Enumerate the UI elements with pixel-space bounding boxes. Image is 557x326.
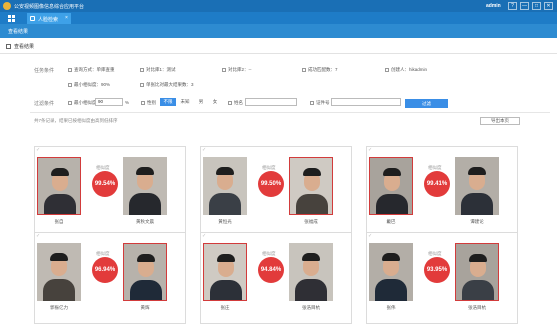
creator-field: 创建人：hikadmin xyxy=(385,67,427,73)
match-face-photo[interactable] xyxy=(123,157,167,215)
current-user[interactable]: admin xyxy=(486,3,501,9)
query-face-photo[interactable] xyxy=(37,243,81,301)
maximize-button[interactable]: □ xyxy=(532,2,541,10)
id-number-label: 证件号 xyxy=(310,100,330,106)
query-person-name: 张伟 xyxy=(386,305,396,310)
results-summary: 共7条记录，结果已按相似度由高到低排序 xyxy=(34,118,118,123)
face-search-icon xyxy=(30,16,35,21)
export-page-button[interactable]: 导出本页 xyxy=(480,117,520,125)
grid-icon[interactable] xyxy=(8,15,15,22)
gender-option-female[interactable]: 女 xyxy=(209,98,221,106)
match-face-photo[interactable] xyxy=(455,157,499,215)
similarity-score: 93.95% xyxy=(424,257,450,283)
result-card[interactable]: ✓ 相似度 94.84% 张庄 张浩目杭 xyxy=(200,232,352,324)
checkbox-icon xyxy=(68,82,72,87)
similarity-score: 94.84% xyxy=(258,257,284,283)
similarity-score: 99.50% xyxy=(258,171,284,197)
police-badge-icon xyxy=(3,2,11,10)
checkbox-icon xyxy=(140,67,144,72)
match-person-name: 谭建论 xyxy=(470,219,484,224)
result-card[interactable]: ✓ 相似度 99.41% 戴巴 谭建论 xyxy=(366,146,518,238)
percent-label: % xyxy=(125,100,130,105)
result-card[interactable]: ✓ 相似度 96.94% 郭振亿力 黄辉 xyxy=(34,232,186,324)
select-check-icon[interactable]: ✓ xyxy=(36,147,40,153)
match-face-photo[interactable] xyxy=(289,243,333,301)
close-tab-icon[interactable]: × xyxy=(65,15,68,21)
match-count-field: 成功匹配数：7 xyxy=(302,67,338,73)
min-similarity-field: 最小相似度：90% xyxy=(68,82,110,88)
subheader: 查看结果 xyxy=(0,24,557,38)
match-person-name: 黄辉 xyxy=(140,305,150,310)
result-card[interactable]: ✓ 相似度 99.54% 张自 黄秋文晨 xyxy=(34,146,186,238)
close-window-button[interactable]: ✕ xyxy=(544,2,553,10)
tab-label: 人脸检索 xyxy=(38,17,59,23)
gender-option-unknown[interactable]: 未知 xyxy=(178,98,192,106)
gender-label: 性别 xyxy=(141,100,156,106)
title-bar: 公安视频图像信息综合应用平台 admin ? — □ ✕ xyxy=(0,0,557,12)
gender-option-male[interactable]: 男 xyxy=(195,98,207,106)
breadcrumb: 查看结果 xyxy=(6,43,34,50)
checkbox-icon xyxy=(310,100,314,105)
query-face-photo[interactable] xyxy=(369,243,413,301)
home-icon[interactable] xyxy=(6,44,11,49)
query-face-photo[interactable] xyxy=(37,157,81,215)
query-person-name: 张庄 xyxy=(220,305,230,310)
filter-conditions-label: 过滤条件 xyxy=(34,101,55,107)
similarity-score: 96.94% xyxy=(92,257,118,283)
query-person-name: 张自 xyxy=(54,219,64,224)
divider xyxy=(0,53,557,54)
min-similarity-label: 最小相似度 xyxy=(68,100,97,106)
checkbox-icon xyxy=(228,100,232,105)
query-face-photo[interactable] xyxy=(203,243,247,301)
checkbox-icon xyxy=(140,82,144,87)
tab-face-search[interactable]: 人脸检索 × xyxy=(27,13,71,24)
compare-lib2-field: 对比库2：-- xyxy=(222,67,252,73)
match-person-name: 张福成 xyxy=(304,219,318,224)
gender-option-any[interactable]: 不限 xyxy=(160,98,176,106)
match-person-name: 黄秋文晨 xyxy=(136,219,154,224)
task-conditions-label: 任务条件 xyxy=(34,68,55,74)
query-person-name: 黄恒光 xyxy=(218,219,232,224)
tab-bar: 人脸检索 × xyxy=(0,12,557,24)
filter-button[interactable]: 过滤 xyxy=(405,99,448,108)
compare-lib1-field: 对比库1：测试 xyxy=(140,67,176,73)
subheader-title: 查看结果 xyxy=(8,29,29,35)
divider xyxy=(30,112,550,113)
match-face-photo[interactable] xyxy=(123,243,167,301)
result-panel: 查看结果 任务条件 查询方式：单库查重 对比库1：测试 对比库2：-- 成功匹配… xyxy=(0,38,557,326)
query-person-name: 戴巴 xyxy=(386,219,396,224)
query-mode-field: 查询方式：单库查重 xyxy=(68,67,115,73)
checkbox-icon xyxy=(68,67,72,72)
checkbox-icon xyxy=(222,67,226,72)
max-results-field: 单张比对最大结果数：3 xyxy=(140,82,194,88)
select-check-icon[interactable]: ✓ xyxy=(202,233,206,239)
select-check-icon[interactable]: ✓ xyxy=(368,233,372,239)
min-similarity-input[interactable]: 90 xyxy=(95,98,123,106)
breadcrumb-label: 查看结果 xyxy=(14,44,35,50)
help-button[interactable]: ? xyxy=(508,2,517,10)
query-person-name: 郭振亿力 xyxy=(50,305,68,310)
name-input[interactable] xyxy=(245,98,297,106)
query-face-photo[interactable] xyxy=(369,157,413,215)
match-face-photo[interactable] xyxy=(289,157,333,215)
result-card[interactable]: ✓ 相似度 93.95% 张伟 张浩目杭 xyxy=(366,232,518,324)
match-person-name: 张浩目杭 xyxy=(468,305,486,310)
result-card[interactable]: ✓ 相似度 99.50% 黄恒光 张福成 xyxy=(200,146,352,238)
checkbox-icon xyxy=(141,100,145,105)
name-label: 姓名 xyxy=(228,100,243,106)
checkbox-icon xyxy=(302,67,306,72)
match-face-photo[interactable] xyxy=(455,243,499,301)
query-face-photo[interactable] xyxy=(203,157,247,215)
app-title: 公安视频图像信息综合应用平台 xyxy=(14,4,85,10)
similarity-score: 99.54% xyxy=(92,171,118,197)
minimize-button[interactable]: — xyxy=(520,2,529,10)
select-check-icon[interactable]: ✓ xyxy=(202,147,206,153)
id-number-input[interactable] xyxy=(331,98,401,106)
select-check-icon[interactable]: ✓ xyxy=(36,233,40,239)
similarity-score: 99.41% xyxy=(424,171,450,197)
checkbox-icon xyxy=(385,67,389,72)
match-person-name: 张浩目杭 xyxy=(302,305,320,310)
select-check-icon[interactable]: ✓ xyxy=(368,147,372,153)
checkbox-icon xyxy=(68,100,72,105)
